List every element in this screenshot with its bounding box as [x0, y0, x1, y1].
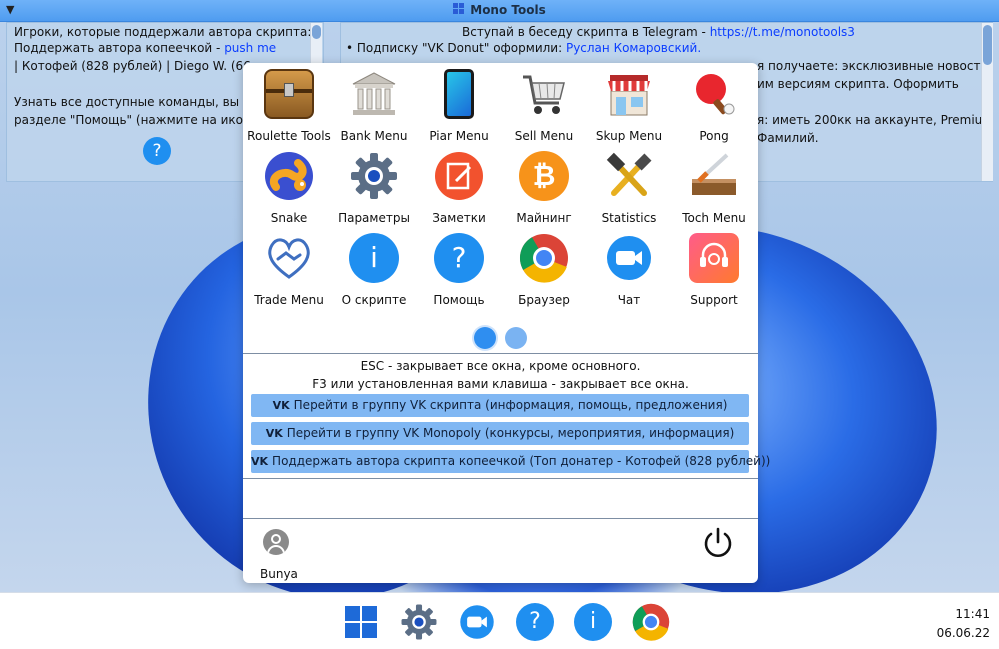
window-title-text: Mono Tools	[470, 3, 546, 17]
info-glyph: i	[370, 241, 378, 274]
help-glyph: ?	[451, 241, 467, 274]
main-menu: Roulette Tools Bank Menu Piar Menu Sell …	[243, 63, 770, 583]
telegram-link[interactable]: https://t.me/monotools3	[710, 25, 855, 39]
app-label: Pong	[699, 129, 729, 143]
snake-icon	[265, 152, 313, 200]
cart-icon	[523, 75, 565, 114]
donut-name-link[interactable]: Руслан Комаровский.	[566, 41, 701, 55]
app-about[interactable]: i О скрипте	[331, 229, 417, 309]
video-chat-icon	[607, 236, 651, 280]
scroll-thumb[interactable]	[312, 25, 321, 39]
scroll-thumb[interactable]	[983, 25, 992, 65]
app-mining[interactable]: ₿ Майнинг	[501, 147, 587, 227]
sharpener-icon	[692, 153, 736, 195]
taskbar: ? i 11:41 06.06.22	[0, 592, 999, 649]
clock-date: 06.06.22	[936, 626, 990, 640]
bitcoin-glyph: ₿	[532, 159, 556, 192]
donut-names-line: Фамилий.	[757, 131, 819, 145]
app-roulette-tools[interactable]: Roulette Tools	[246, 65, 332, 145]
info-icon: i	[349, 233, 399, 283]
vk-icon: VK	[265, 427, 283, 440]
divider	[243, 478, 758, 479]
ping-pong-icon	[696, 74, 735, 115]
app-notes[interactable]: Заметки	[416, 147, 502, 227]
taskbar-help-icon[interactable]: ?	[516, 603, 554, 641]
button-label: Перейти в группу VK скрипта (информация,…	[293, 398, 728, 412]
app-chat[interactable]: Чат	[586, 229, 672, 309]
right-panel-scrollbar[interactable]	[981, 23, 993, 181]
system-clock[interactable]: 11:41 06.06.22	[937, 605, 990, 643]
clock-time: 11:41	[955, 607, 990, 621]
donut-benefits-line: я получаете: эксклюзивные новости	[757, 59, 989, 73]
app-support[interactable]: Support	[671, 229, 757, 309]
bank-icon	[352, 72, 396, 115]
button-label: Поддержать автора скрипта копеечкой (Топ…	[272, 454, 771, 468]
supporters-list: | Котофей (828 рублей) | Diego W. (66	[14, 59, 251, 73]
support-icon	[689, 233, 739, 283]
donut-line-text: • Подписку "VK Donut" оформили:	[346, 41, 566, 55]
tools-icon	[606, 152, 652, 196]
app-pong[interactable]: Pong	[671, 65, 757, 145]
vk-monopoly-group-button[interactable]: VK Перейти в группу VK Monopoly (конкурсы…	[251, 422, 749, 445]
app-bank-menu[interactable]: Bank Menu	[331, 65, 417, 145]
esc-hint: ESC - закрывает все окна, кроме основног…	[360, 359, 641, 373]
taskbar-video-chat-icon[interactable]	[458, 603, 496, 641]
f3-hint: F3 или установленная вами клавиша - закр…	[312, 377, 689, 391]
donut-line: • Подписку "VK Donut" оформили: Руслан К…	[346, 40, 701, 57]
app-label: Support	[690, 293, 738, 307]
windows-logo-icon	[453, 3, 465, 15]
donate-line: Поддержать автора копеечкой - push me	[14, 40, 276, 57]
taskbar-info-icon[interactable]: i	[574, 603, 612, 641]
taskbar-chrome-icon[interactable]	[632, 603, 670, 641]
page-dot[interactable]	[505, 327, 528, 349]
app-toch-menu[interactable]: Toch Menu	[671, 147, 757, 227]
page-indicator	[243, 327, 758, 352]
notes-icon	[435, 152, 483, 200]
app-trade-menu[interactable]: Trade Menu	[246, 229, 332, 309]
app-label: Toch Menu	[682, 211, 746, 225]
user-name: Bunya	[260, 567, 298, 581]
donate-button[interactable]: VK Поддержать автора скрипта копеечкой (Т…	[251, 450, 770, 473]
commands-hint-line1: Узнать все доступные команды, вы смо	[14, 95, 266, 109]
chrome-icon	[519, 234, 568, 283]
app-help[interactable]: ? Помощь	[416, 229, 502, 309]
help-button[interactable]: ?	[143, 137, 171, 165]
donut-requirements-line: я: иметь 200кк на аккаунте, Premium	[757, 113, 994, 127]
app-browser[interactable]: Браузер	[501, 229, 587, 309]
app-piar-menu[interactable]: Piar Menu	[416, 65, 502, 145]
app-snake[interactable]: Snake	[246, 147, 332, 227]
start-windows-icon[interactable]	[342, 603, 380, 641]
vk-icon: VK	[251, 455, 269, 468]
page-dot-active[interactable]	[473, 327, 496, 349]
app-sell-menu[interactable]: Sell Menu	[501, 65, 587, 145]
app-settings[interactable]: Параметры	[331, 147, 417, 227]
power-icon[interactable]	[701, 526, 735, 560]
handshake-icon	[268, 238, 310, 279]
button-label: Перейти в группу VK Monopoly (конкурсы, …	[286, 426, 735, 440]
bitcoin-icon: ₿	[519, 151, 569, 201]
vk-icon: VK	[272, 399, 290, 412]
donate-line-text: Поддержать автора копеечкой -	[14, 41, 225, 55]
supporters-heading: Игроки, которые поддержали автора скрипт…	[14, 25, 312, 39]
title-bar[interactable]: ▼ Mono Tools	[0, 0, 999, 22]
phone-icon	[444, 69, 474, 119]
taskbar-gear-icon[interactable]	[400, 603, 438, 641]
divider	[243, 518, 758, 519]
chest-icon	[264, 69, 314, 119]
telegram-line: Вступай в беседу скрипта в Telegram - ht…	[462, 24, 855, 41]
user-avatar-icon[interactable]	[263, 529, 289, 555]
donut-versions-line: им версиям скрипта. Оформить	[757, 77, 959, 91]
app-skup-menu[interactable]: Skup Menu	[586, 65, 672, 145]
app-statistics[interactable]: Statistics	[586, 147, 672, 227]
shop-icon	[608, 75, 650, 116]
vk-script-group-button[interactable]: VK Перейти в группу VK скрипта (информаци…	[251, 394, 749, 417]
commands-hint-line2: разделе "Помощь" (нажмите на иконку	[14, 113, 266, 127]
divider	[243, 353, 758, 354]
help-icon: ?	[434, 233, 484, 283]
window-title: Mono Tools	[0, 3, 999, 17]
push-me-link[interactable]: push me	[224, 41, 276, 55]
telegram-line-text: Вступай в беседу скрипта в Telegram -	[462, 25, 710, 39]
gear-icon	[351, 153, 397, 199]
